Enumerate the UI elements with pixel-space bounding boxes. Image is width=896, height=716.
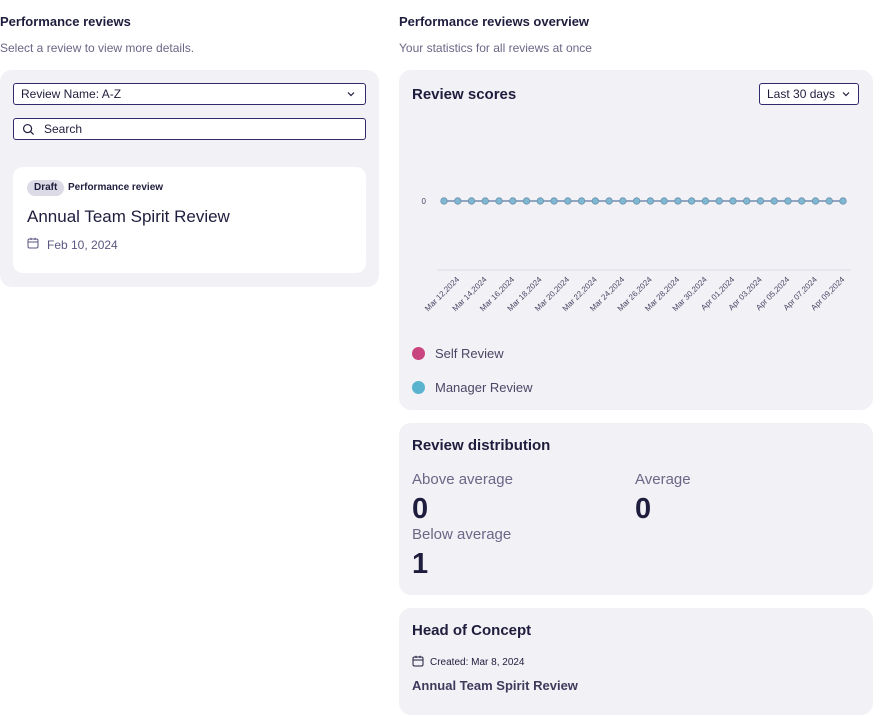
data-point[interactable] <box>509 197 517 205</box>
data-point[interactable] <box>550 197 558 205</box>
reviews-list-title: Performance reviews <box>0 14 131 29</box>
review-distribution-panel: Review distribution Above average 0 Aver… <box>399 423 873 595</box>
data-point[interactable] <box>798 197 806 205</box>
below-average-label: Below average <box>412 526 512 543</box>
data-point[interactable] <box>536 197 544 205</box>
overview-subtitle: Your statistics for all reviews at once <box>399 41 592 55</box>
review-type-label: Performance review <box>68 182 164 193</box>
data-point[interactable] <box>770 197 778 205</box>
review-scores-chart: 0Mar 12,2024Mar 14,2024Mar 16,2024Mar 18… <box>422 197 851 313</box>
head-of-concept-heading: Head of Concept <box>412 622 532 639</box>
data-point[interactable] <box>688 197 696 205</box>
below-average-value: 1 <box>412 548 429 580</box>
legend-manager-dot <box>412 381 425 394</box>
status-badge: Draft <box>27 180 65 196</box>
legend-manager-label: Manager Review <box>435 380 533 395</box>
review-distribution-heading: Review distribution <box>412 437 551 454</box>
data-point[interactable] <box>839 197 847 205</box>
search-icon <box>22 123 35 136</box>
data-point[interactable] <box>646 197 654 205</box>
data-point[interactable] <box>715 197 723 205</box>
above-average-label: Above average <box>412 471 513 488</box>
overview-title: Performance reviews overview <box>399 14 590 29</box>
reviews-list-subtitle: Select a review to view more details. <box>0 41 195 55</box>
calendar-icon <box>27 237 39 249</box>
average-value: 0 <box>635 493 652 525</box>
data-point[interactable] <box>481 197 489 205</box>
average-label: Average <box>635 471 691 488</box>
search-field[interactable] <box>13 118 366 140</box>
head-review-link[interactable]: Annual Team Spirit Review <box>412 678 578 693</box>
data-point[interactable] <box>633 197 641 205</box>
data-point[interactable] <box>756 197 765 205</box>
review-card-date: Feb 10, 2024 <box>47 238 118 252</box>
data-point[interactable] <box>454 197 462 205</box>
data-point[interactable] <box>784 197 792 205</box>
data-point[interactable] <box>660 197 668 205</box>
created-date: Created: Mar 8, 2024 <box>430 657 525 668</box>
data-point[interactable] <box>577 197 586 205</box>
data-point[interactable] <box>825 197 833 205</box>
data-point[interactable] <box>440 197 448 205</box>
data-point[interactable] <box>564 197 572 205</box>
data-point[interactable] <box>591 197 599 205</box>
review-scores-panel: Review scores Last 30 days 0 Mar 12,2024 M… <box>399 70 873 410</box>
y-tick-label: 0 <box>422 197 427 206</box>
search-input[interactable] <box>44 121 344 137</box>
sort-select-value: Review Name: A-Z <box>21 87 122 101</box>
above-average-value: 0 <box>412 493 429 525</box>
head-of-concept-panel[interactable]: Head of Concept Created: Mar 8, 2024 Ann… <box>399 608 873 715</box>
review-card-title: Annual Team Spirit Review <box>27 207 230 226</box>
review-card[interactable]: Draft Performance review Annual Team Spi… <box>13 167 366 273</box>
data-point[interactable] <box>467 197 476 205</box>
data-point[interactable] <box>729 197 737 205</box>
calendar-icon <box>412 655 424 667</box>
data-point[interactable] <box>619 197 627 205</box>
data-point[interactable] <box>605 197 613 205</box>
legend-self-dot <box>412 347 425 360</box>
sort-select[interactable]: Review Name: A-Z <box>13 83 366 105</box>
legend-self-label: Self Review <box>435 346 504 361</box>
data-point[interactable] <box>811 197 820 205</box>
chevron-down-icon <box>347 92 355 97</box>
data-point[interactable] <box>701 197 710 205</box>
data-point[interactable] <box>495 197 503 205</box>
data-point[interactable] <box>674 197 682 205</box>
data-point[interactable] <box>522 197 531 205</box>
data-point[interactable] <box>743 197 751 205</box>
